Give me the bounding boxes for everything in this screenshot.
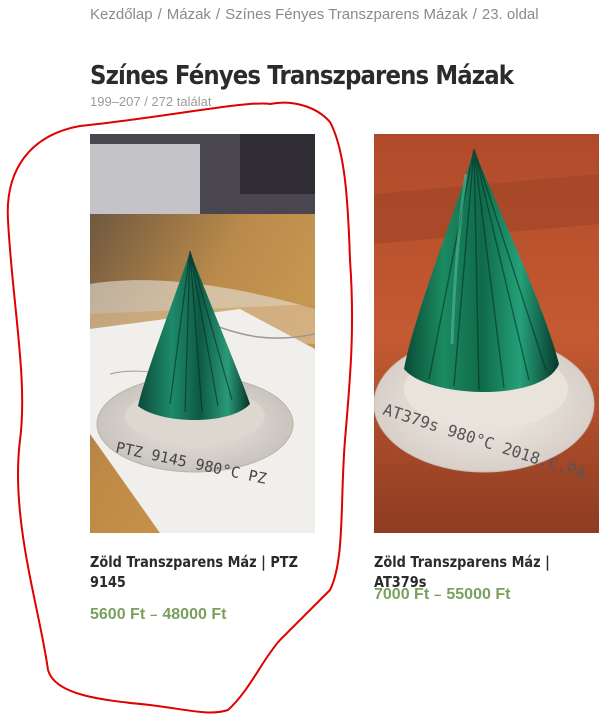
product-price: 5600 Ft –48000 Ft [90, 606, 226, 624]
breadcrumb-category-link[interactable]: Színes Fényes Transzparens Mázak [225, 6, 468, 23]
price-separator: – [150, 607, 158, 622]
product-image: PTZ 9145 980°C PZ [90, 134, 315, 533]
price-max: 48000 Ft [162, 606, 227, 623]
product-image: AT379s 980°C 2018.C.PA [374, 134, 599, 533]
result-count: 199–207 / 272 találat [90, 94, 212, 109]
breadcrumb-current-page: 23. oldal [481, 6, 539, 23]
price-separator: – [434, 587, 442, 602]
breadcrumb-separator: / [472, 6, 477, 23]
breadcrumb-home-link[interactable]: Kezdőlap [90, 6, 153, 23]
page-title: Színes Fényes Transzparens Mázak [90, 61, 514, 92]
product-image-link[interactable]: PTZ 9145 980°C PZ [90, 134, 315, 533]
product-price: 7000 Ft –55000 Ft [374, 586, 510, 604]
breadcrumb: Kezdőlap / Mázak / Színes Fényes Transzparen… [90, 6, 539, 23]
product-image-link[interactable]: AT379s 980°C 2018.C.PA [374, 134, 599, 533]
product-name-link[interactable]: Zöld Transzparens Máz | PTZ 9145 [90, 552, 314, 592]
breadcrumb-separator: / [215, 6, 221, 23]
price-max: 55000 Ft [446, 586, 511, 603]
breadcrumb-mazak-link[interactable]: Mázak [167, 6, 211, 23]
price-min: 5600 Ft [90, 606, 146, 623]
breadcrumb-separator: / [157, 6, 162, 23]
price-min: 7000 Ft [374, 586, 430, 603]
